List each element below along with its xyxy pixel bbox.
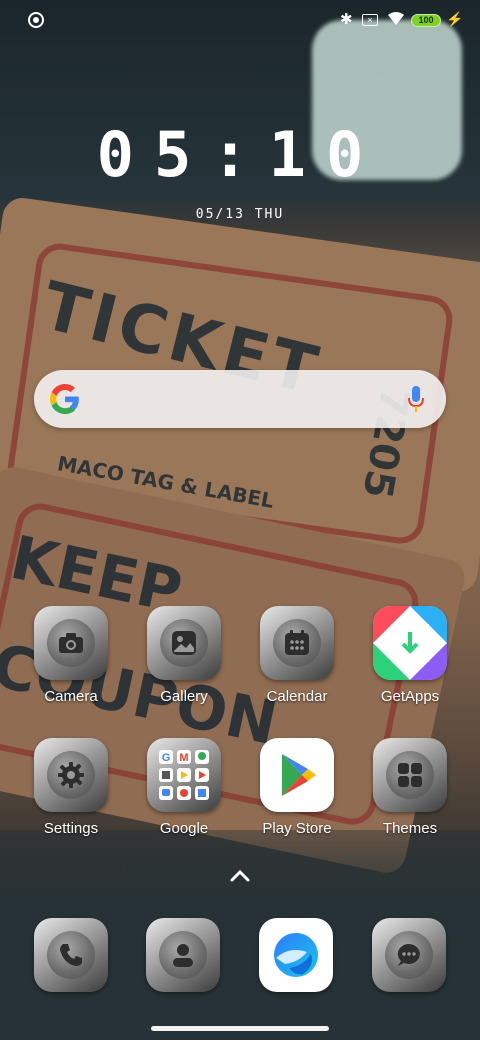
svg-text:G: G xyxy=(162,752,171,764)
app-label: Calendar xyxy=(266,688,328,705)
play-store-icon xyxy=(260,738,334,812)
calendar-icon xyxy=(260,606,334,680)
dock-contacts[interactable] xyxy=(146,918,220,992)
app-label: Settings xyxy=(43,820,99,837)
app-play-store[interactable]: Play Store xyxy=(247,738,347,837)
contacts-icon xyxy=(159,931,207,979)
dock-browser[interactable] xyxy=(259,918,333,992)
image-icon xyxy=(147,606,221,680)
no-sim-icon: × xyxy=(362,14,378,26)
charging-icon: ⚡ xyxy=(446,11,464,27)
app-label: Themes xyxy=(382,820,438,837)
app-getapps[interactable]: GetApps xyxy=(360,606,460,705)
app-label: Camera xyxy=(44,688,98,705)
app-camera[interactable]: Camera xyxy=(21,606,121,705)
google-folder-icon: G M xyxy=(147,738,221,812)
app-google-folder[interactable]: G M Google xyxy=(134,738,234,837)
app-label: Gallery xyxy=(160,688,208,705)
wifi-icon xyxy=(388,11,404,25)
themes-icon xyxy=(373,738,447,812)
app-calendar[interactable]: Calendar xyxy=(247,606,347,705)
microphone-icon[interactable] xyxy=(406,384,426,414)
app-label: Google xyxy=(159,820,209,837)
google-logo-icon xyxy=(50,384,79,414)
app-gallery[interactable]: Gallery xyxy=(134,606,234,705)
app-label: Play Store xyxy=(262,820,332,837)
data-saver-icon xyxy=(28,12,44,28)
phone-icon xyxy=(47,931,95,979)
bluetooth-icon: ✱ xyxy=(340,11,353,28)
message-icon xyxy=(385,931,433,979)
gear-icon xyxy=(34,738,108,812)
app-themes[interactable]: Themes xyxy=(360,738,460,837)
clock-time[interactable]: 05:10 xyxy=(0,118,480,191)
app-drawer-arrow-icon[interactable] xyxy=(228,866,252,886)
google-search-bar[interactable] xyxy=(34,370,446,428)
dock-phone[interactable] xyxy=(34,918,108,992)
camera-icon xyxy=(34,606,108,680)
battery-indicator: 100 xyxy=(411,14,441,27)
clock-date[interactable]: 05/13 THU xyxy=(0,207,480,222)
app-settings[interactable]: Settings xyxy=(21,738,121,837)
app-label: GetApps xyxy=(380,688,440,705)
browser-icon xyxy=(274,933,318,977)
svg-text:M: M xyxy=(179,752,188,764)
status-bar: ✱ × 100 ⚡ xyxy=(0,0,480,44)
dock-messages[interactable] xyxy=(372,918,446,992)
getapps-icon xyxy=(373,606,447,680)
home-screen: TICKET MACO TAG & LABEL KEEP COUPON 7205… xyxy=(0,0,480,1040)
home-gesture-bar[interactable] xyxy=(151,1026,329,1031)
